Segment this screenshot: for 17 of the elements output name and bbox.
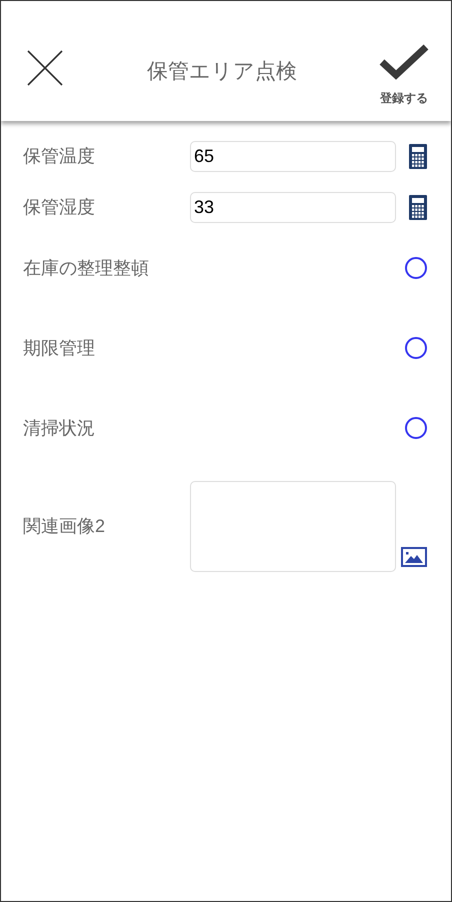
calculator-icon[interactable] — [409, 195, 427, 220]
field-label: 清掃状況 — [23, 417, 96, 440]
field-label: 保管温度 — [23, 145, 96, 168]
number-field[interactable]: 33 — [190, 192, 396, 223]
image-field[interactable] — [190, 481, 396, 572]
submit-button[interactable]: 登録する — [379, 44, 429, 107]
calculator-icon[interactable] — [409, 144, 427, 169]
page-title: 保管エリア点検 — [147, 59, 297, 85]
close-button[interactable] — [25, 48, 65, 88]
number-field[interactable]: 65 — [190, 141, 396, 172]
image-icon[interactable] — [401, 547, 427, 567]
field-label: 保管湿度 — [23, 196, 96, 219]
field-label: 在庫の整理整頓 — [23, 257, 150, 280]
close-icon — [27, 50, 63, 86]
field-label: 関連画像2 — [23, 515, 106, 538]
checkmark-icon — [379, 44, 429, 80]
field-label: 期限管理 — [23, 337, 96, 360]
